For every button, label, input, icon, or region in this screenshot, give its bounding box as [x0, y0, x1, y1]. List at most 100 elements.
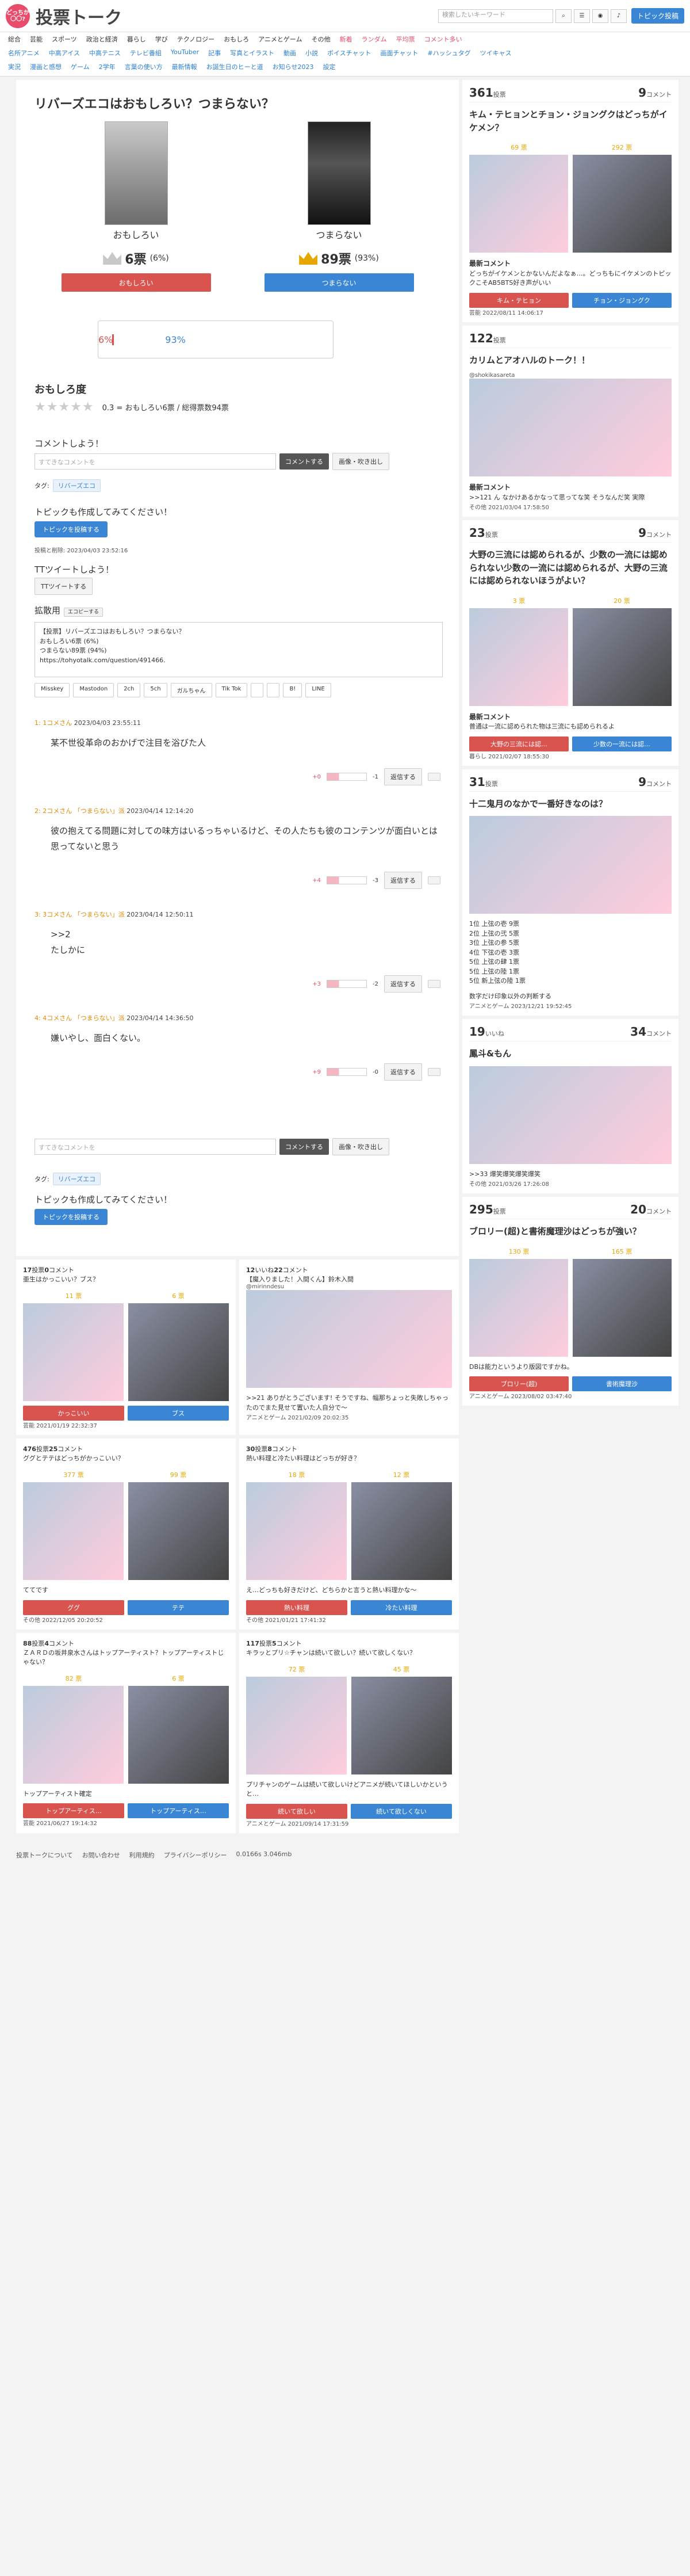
nav-item[interactable]: 名所アニメ [8, 48, 40, 58]
minus-count[interactable]: -2 [373, 981, 378, 987]
card-title[interactable]: キム・テヒョンとチョン・ジョングクはどっちがイケメン？ [469, 108, 672, 134]
vote-b-button[interactable]: 少数の一流には認… [572, 736, 672, 751]
search-input[interactable]: 検索したいキーワード [438, 9, 553, 23]
option-b-image[interactable] [351, 1482, 452, 1580]
image-bubble-button[interactable]: 画像・吹き出し [332, 453, 389, 470]
option-a-image[interactable] [104, 121, 168, 225]
vote-b-button[interactable]: 書術魔理沙 [572, 1376, 672, 1391]
footer-link[interactable]: お問い合わせ [82, 1850, 120, 1860]
create-topic-button-bottom[interactable]: トピックを投稿する [34, 1209, 108, 1225]
nav-item[interactable]: 動画 [283, 48, 296, 58]
option-b-image[interactable] [573, 155, 672, 253]
more-icon[interactable] [428, 876, 440, 884]
reply-button[interactable]: 返信する [384, 1063, 422, 1081]
comment-author[interactable]: 3コメさん [43, 911, 72, 918]
nav-item[interactable]: おもしろ [224, 35, 249, 44]
vote-b-button[interactable]: 冷たい料理 [351, 1600, 452, 1615]
card-author[interactable]: @mirinndesu [246, 1284, 452, 1290]
card-title[interactable]: ＺＡＲＤの坂井泉水さんはトップアーティスト？トップアーティストじゃない？ [23, 1648, 229, 1666]
option-b-image[interactable] [128, 1685, 229, 1784]
topic-card[interactable]: 476投票25コメント ググとテテはどっちがかっこいい？ 377 票 99 票ててです… [16, 1438, 236, 1629]
more-icon[interactable] [428, 1068, 440, 1076]
share-link[interactable]: Misskey [34, 683, 70, 697]
vote-a-button[interactable]: キム・テヒョン [469, 292, 569, 308]
minus-count[interactable]: -0 [373, 1069, 378, 1075]
nav-item[interactable]: アニメとゲーム [258, 35, 302, 44]
nav-item[interactable]: #ハッシュタグ [427, 48, 470, 58]
topic-card[interactable]: 122投票 カリムとアオハルのトーク！！ @shokikasareta 最新コメント >… [462, 325, 678, 517]
option-a-image[interactable] [23, 1303, 124, 1401]
card-title[interactable]: ブロリー(超)と書術魔理沙はどっちが強い？ [469, 1225, 672, 1238]
option-b-image[interactable] [128, 1482, 229, 1580]
nav-item[interactable]: 画面チャット [381, 48, 419, 58]
user-icon[interactable]: ◉ [592, 9, 608, 23]
share-link[interactable]: ガルちゃん [170, 683, 212, 697]
option-a-image[interactable] [246, 1290, 452, 1388]
reply-button[interactable]: 返信する [384, 872, 422, 889]
vote-b-button[interactable]: テテ [128, 1600, 229, 1615]
vote-a-button[interactable]: おもしろい [61, 273, 211, 292]
footer-link[interactable]: 投票トークについて [16, 1850, 73, 1860]
footer-link[interactable]: 利用規約 [129, 1850, 155, 1860]
share-link[interactable]: Mastodon [73, 683, 114, 697]
vote-b-button[interactable]: トップアーティス… [128, 1803, 229, 1818]
nav-item[interactable]: 設定 [323, 62, 335, 71]
comment-button[interactable]: コメントする [279, 453, 329, 470]
card-title[interactable]: 大野の三流には認められるが、少数の一流には認められない少数の一流には認められるが… [469, 548, 672, 587]
nav-item[interactable]: ツイキャス [480, 48, 512, 58]
card-title[interactable]: 熱い料理と冷たい料理はどっちが好き？ [246, 1453, 452, 1463]
share-link[interactable] [251, 683, 264, 697]
option-a-image[interactable] [23, 1685, 124, 1784]
reply-button[interactable]: 返信する [384, 975, 422, 993]
nav-item[interactable]: ゲーム [71, 62, 90, 71]
nav-item[interactable]: 新着 [340, 35, 352, 44]
card-title[interactable]: 【魔入りました！入間くん】鈴木入間 [246, 1274, 452, 1284]
option-b-image[interactable] [573, 1258, 672, 1357]
vote-a-button[interactable]: 熱い料理 [246, 1600, 347, 1615]
topic-card[interactable]: 30投票8コメント 熱い料理と冷たい料理はどっちが好き？ 18 票 12 票え…どっち… [239, 1438, 459, 1629]
footer-link[interactable]: プライバシーポリシー [164, 1850, 227, 1860]
nav-item[interactable]: 写真とイラスト [230, 48, 274, 58]
nav-item[interactable]: 最新情報 [172, 62, 197, 71]
comment-author[interactable]: 4コメさん [43, 1014, 72, 1022]
option-a-image[interactable] [469, 155, 568, 253]
card-title[interactable]: ググとテテはどっちがかっこいい？ [23, 1453, 229, 1463]
topic-card[interactable]: 31投票 9コメント 十二鬼月のなかで一番好きなのは？ 1位 上弦の壱 9票 2位 上弦… [462, 769, 678, 1016]
topic-card[interactable]: 361投票 9コメント キム・テヒョンとチョン・ジョングクはどっちがイケメン？ 69 … [462, 80, 678, 322]
create-topic-button[interactable]: トピックを投稿する [34, 521, 108, 537]
minus-count[interactable]: -1 [373, 774, 378, 780]
card-title[interactable]: キラッとプリ☆チャンは続いて欲しい？続いて欲しくない？ [246, 1648, 452, 1657]
nav-item[interactable]: YouTuber [171, 48, 199, 58]
topic-card[interactable]: 117投票5コメント キラッとプリ☆チャンは続いて欲しい？続いて欲しくない？ 72 … [239, 1632, 459, 1833]
option-a-image[interactable] [23, 1482, 124, 1580]
card-title[interactable]: 鳳斗&もん [469, 1047, 672, 1060]
vote-b-button[interactable]: 続いて欲しくない [351, 1803, 452, 1819]
vote-a-button[interactable]: 大野の三流には認… [469, 736, 569, 751]
card-title[interactable]: 十二鬼月のなかで一番好きなのは？ [469, 797, 672, 811]
nav-item[interactable]: お知らせ2023 [273, 62, 314, 71]
plus-count[interactable]: +4 [312, 877, 321, 884]
nav-item[interactable]: 中高アイス [49, 48, 80, 58]
minus-count[interactable]: -3 [373, 877, 378, 884]
topic-card[interactable]: 12いいね22コメント 【魔入りました！入間くん】鈴木入間 @mirinndesu >… [239, 1260, 459, 1435]
nav-item[interactable]: 記事 [208, 48, 221, 58]
card-author[interactable]: @shokikasareta [469, 372, 672, 379]
plus-count[interactable]: +3 [312, 981, 321, 987]
nav-item[interactable]: スポーツ [52, 35, 77, 44]
nav-item[interactable]: その他 [312, 35, 331, 44]
card-title[interactable]: カリムとアオハルのトーク！！ [469, 354, 672, 367]
comment-author[interactable]: 1コメさん [43, 719, 72, 727]
topic-card[interactable]: 295投票 20コメント ブロリー(超)と書術魔理沙はどっちが強い？ 130 票 165… [462, 1197, 678, 1406]
option-b-image[interactable] [573, 608, 672, 706]
nav-item[interactable]: コメント多い [424, 35, 462, 44]
vote-b-button[interactable]: ブス [128, 1406, 229, 1421]
share-link[interactable]: LINE [305, 683, 331, 697]
nav-item[interactable]: 中高テニス [89, 48, 121, 58]
share-link[interactable]: B! [283, 683, 302, 697]
topic-card[interactable]: 19いいね 34コメント 鳳斗&もん >>33 爆笑爆笑爆笑爆笑 その他 2021/03… [462, 1019, 678, 1193]
plus-count[interactable]: +0 [312, 774, 321, 780]
tweet-button[interactable]: TTツイートする [34, 578, 93, 595]
nav-item[interactable]: 2学年 [99, 62, 116, 71]
option-a-image[interactable] [246, 1482, 347, 1580]
vote-a-button[interactable]: ググ [23, 1600, 124, 1615]
